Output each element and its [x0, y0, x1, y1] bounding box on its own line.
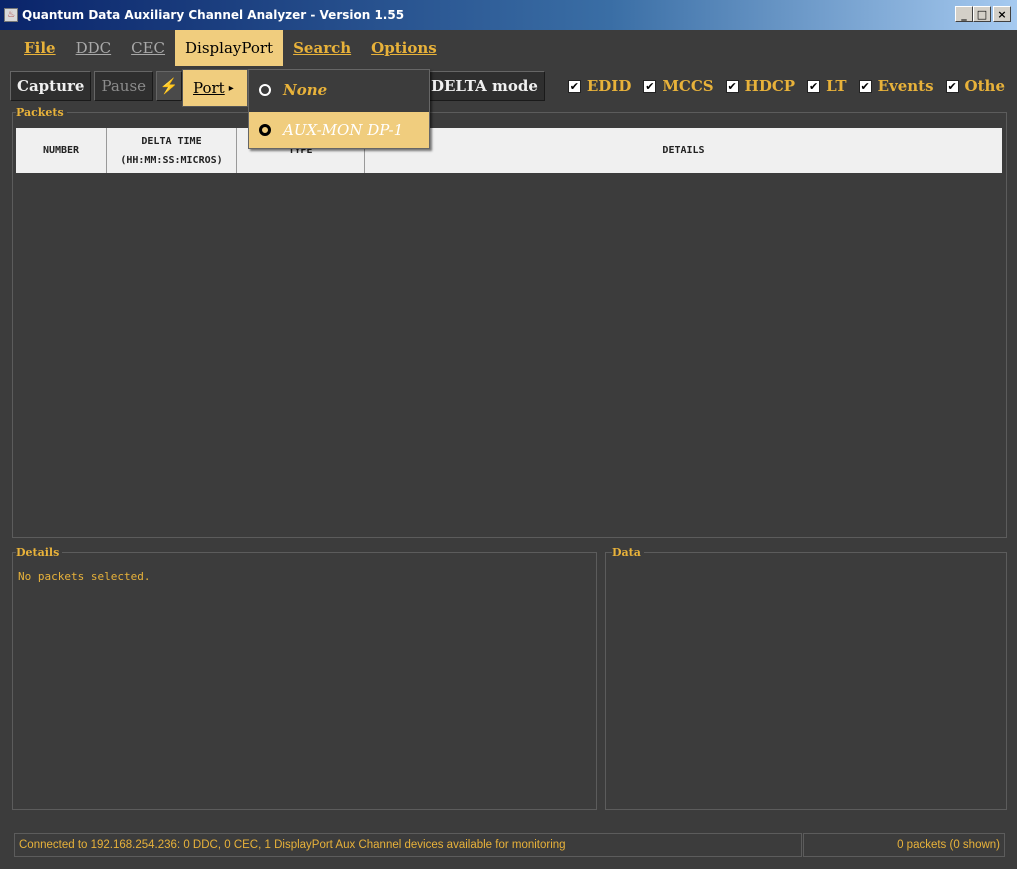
filter-other[interactable]: ✔ Othe — [945, 77, 1005, 95]
title-bar: ♨ Quantum Data Auxiliary Channel Analyze… — [0, 0, 1017, 30]
menu-cec[interactable]: CEC — [121, 30, 175, 66]
filter-lt-label: LT — [826, 77, 847, 95]
checkbox-checked-icon[interactable]: ✔ — [807, 79, 821, 93]
details-panel-title: Details — [16, 546, 63, 559]
filter-lt[interactable]: ✔ LT — [807, 77, 847, 95]
packets-panel-title: Packets — [16, 106, 67, 119]
window-controls: _ □ × — [955, 6, 1011, 22]
minimize-button[interactable]: _ — [955, 6, 973, 22]
filter-events[interactable]: ✔ Events — [858, 77, 934, 95]
checkbox-checked-icon[interactable]: ✔ — [858, 79, 872, 93]
capture-button[interactable]: Capture — [10, 71, 92, 101]
menu-search-label: Search — [293, 39, 352, 57]
port-submenu: None AUX-MON DP-1 — [248, 69, 430, 149]
menu-displayport[interactable]: DisplayPort — [175, 30, 284, 66]
submenu-arrow-icon: ▸ — [228, 82, 234, 94]
connection-status: Connected to 192.168.254.236: 0 DDC, 0 C… — [14, 833, 802, 857]
menu-file[interactable]: File — [14, 30, 66, 66]
close-button[interactable]: × — [993, 6, 1011, 22]
menu-bar: File DDC CEC DisplayPort Search Options — [0, 30, 1017, 66]
pause-button[interactable]: Pause — [94, 71, 154, 101]
window-title: Quantum Data Auxiliary Channel Analyzer … — [22, 8, 405, 22]
data-panel — [605, 552, 1007, 810]
filter-mccs[interactable]: ✔ MCCS — [643, 77, 714, 95]
packets-table-header: NUMBER DELTA TIME (HH:MM:SS:MICROS) TYPE… — [16, 128, 1002, 173]
port-option-none-label: None — [283, 81, 328, 99]
checkbox-checked-icon[interactable]: ✔ — [725, 79, 739, 93]
port-option-none[interactable]: None — [249, 72, 429, 108]
port-option-aux-mon-label: AUX-MON DP-1 — [283, 121, 404, 139]
menu-cec-label: CEC — [131, 39, 166, 57]
menu-file-label: File — [24, 39, 56, 57]
menu-options[interactable]: Options — [361, 30, 447, 66]
filter-events-label: Events — [877, 77, 934, 95]
delta-mode-button[interactable]: DELTA mode — [423, 71, 545, 101]
filter-mccs-label: MCCS — [662, 77, 714, 95]
checkbox-checked-icon[interactable]: ✔ — [643, 79, 657, 93]
column-delta-time[interactable]: DELTA TIME (HH:MM:SS:MICROS) — [107, 128, 237, 173]
filter-hdcp[interactable]: ✔ HDCP — [725, 77, 796, 95]
column-delta-time-sublabel: (HH:MM:SS:MICROS) — [120, 154, 223, 166]
toolbar: Capture Pause ⚡ s DELTA mode ✔EDID ✔MCCS… — [0, 66, 1017, 106]
port-option-aux-mon[interactable]: AUX-MON DP-1 — [249, 112, 429, 148]
packets-table-body[interactable] — [16, 173, 1002, 533]
filter-edid[interactable]: ✔ EDID — [567, 77, 632, 95]
menu-displayport-label: DisplayPort — [185, 39, 274, 57]
filter-hdcp-label: HDCP — [744, 77, 796, 95]
details-panel — [12, 552, 597, 810]
filter-edid-label: EDID — [586, 77, 632, 95]
filter-checkboxes: ✔ EDID ✔ MCCS ✔ HDCP ✔ LT ✔ Events ✔ Othe — [567, 77, 1017, 95]
column-details[interactable]: DETAILS — [365, 128, 1002, 173]
lightning-icon[interactable]: ⚡ — [156, 71, 183, 101]
menu-search[interactable]: Search — [283, 30, 361, 66]
port-menu-label: Port — [193, 79, 225, 97]
radio-icon — [259, 84, 271, 96]
checkbox-checked-icon[interactable]: ✔ — [945, 79, 959, 93]
filter-other-label: Othe — [964, 77, 1005, 95]
checkbox-checked-icon[interactable]: ✔ — [567, 79, 581, 93]
data-panel-title: Data — [612, 546, 644, 559]
maximize-button[interactable]: □ — [973, 6, 991, 22]
menu-options-label: Options — [371, 39, 437, 57]
column-number[interactable]: NUMBER — [16, 128, 107, 173]
menu-ddc-label: DDC — [75, 39, 112, 57]
radio-selected-icon — [259, 124, 271, 136]
port-menu-item[interactable]: Port ▸ — [182, 69, 248, 107]
packet-count-status: 0 packets (0 shown) — [803, 833, 1005, 857]
column-delta-time-label: DELTA TIME — [141, 135, 202, 147]
details-text: No packets selected. — [18, 570, 151, 583]
menu-ddc[interactable]: DDC — [66, 30, 122, 66]
java-app-icon: ♨ — [4, 8, 18, 22]
